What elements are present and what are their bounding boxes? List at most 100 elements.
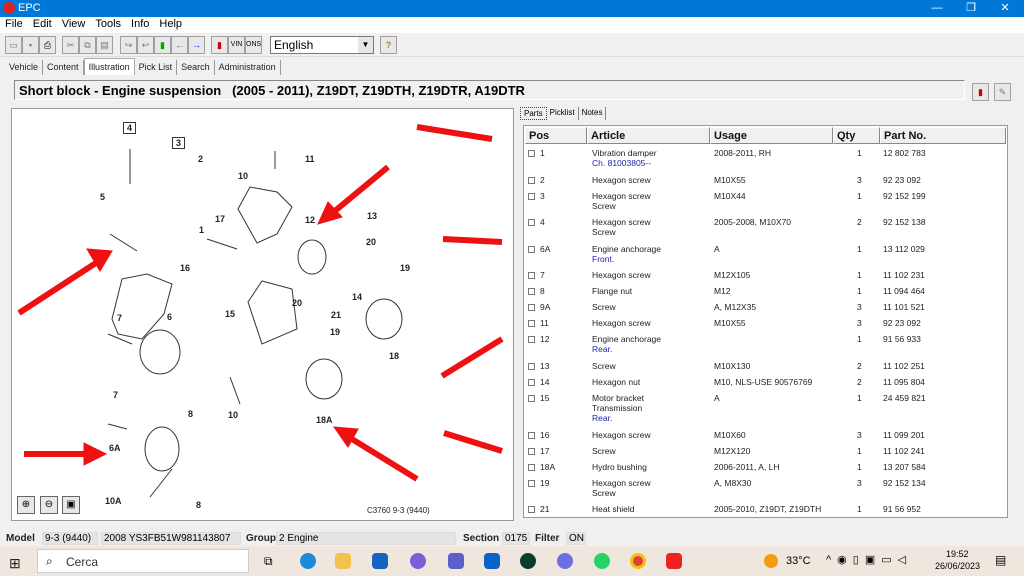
row-checkbox[interactable] [528,431,535,439]
forward-page-icon[interactable]: ↪ [120,36,137,54]
maximize-button[interactable]: ❐ [954,0,988,17]
callout-20[interactable]: 20 [366,237,376,247]
minimize-button[interactable]: — [920,0,954,17]
menu-help[interactable]: Help [154,17,187,30]
task-view-icon[interactable]: ⧉ [264,554,273,569]
callout-18[interactable]: 18 [389,351,399,361]
zoom-out-button[interactable]: ⊖ [40,496,58,514]
tab-administration[interactable]: Administration [215,60,281,75]
callout-7[interactable]: 7 [117,313,122,323]
tab-content[interactable]: Content [43,60,84,75]
store-icon[interactable] [372,553,388,569]
table-row[interactable]: 17 Screw M12X120 1 11 102 241 [524,444,1007,460]
row-checkbox[interactable] [528,336,535,343]
callout-19[interactable]: 19 [400,263,410,273]
tab-illustration[interactable]: Illustration [83,58,135,75]
chrome-icon[interactable] [630,553,646,569]
table-row[interactable]: 6A Engine anchorage Front. A 1 13 112 029 [524,242,1007,269]
print-icon[interactable]: ⎙ [39,36,56,54]
row-checkbox[interactable] [528,479,535,487]
callout-14[interactable]: 14 [352,292,362,302]
table-row[interactable]: 15 Motor bracket Transmission Rear. A 1 24 459… [524,391,1007,428]
table-row[interactable]: 14 Hexagon nut M10, NLS-USE 90576769 2 11 09… [524,375,1007,391]
callout-20b[interactable]: 20 [292,298,302,308]
row-checkbox[interactable] [528,320,535,327]
callout-8b[interactable]: 8 [196,500,201,510]
exit-icon[interactable]: ▮ [972,83,989,101]
temperature[interactable]: 33°C [786,555,811,567]
file-explorer-icon[interactable] [335,553,351,569]
row-checkbox[interactable] [528,150,535,157]
tab-search[interactable]: Search [177,60,215,75]
clock-date[interactable]: 26/06/2023 [935,561,980,571]
menu-view[interactable]: View [57,17,91,30]
system-tray-icons[interactable]: ^◉▯▣▭◁ [826,553,912,566]
callout-3[interactable]: 3 [172,137,186,149]
table-row[interactable]: 7 Hexagon screw M12X105 1 11 102 231 [524,268,1007,284]
teams-icon[interactable] [448,553,464,569]
table-row[interactable]: 19 Hexagon screw Screw A, M8X30 3 92 152 134 [524,476,1007,503]
tab-picklist[interactable]: Picklist [547,107,579,120]
row-checkbox[interactable] [528,506,535,513]
close-button[interactable]: ✕ [988,0,1022,17]
table-row[interactable]: 13 Screw M10X130 2 11 102 251 [524,359,1007,375]
callout-16[interactable]: 16 [180,263,190,273]
table-row[interactable]: 21 Heat shield 2005-2010, Z19DT, Z19DTH 1 91… [524,502,1007,518]
table-row[interactable]: 11 Hexagon screw M10X55 3 92 23 092 [524,316,1007,332]
column-article[interactable]: Article [587,127,710,144]
row-checkbox[interactable] [528,288,535,295]
callout-1[interactable]: 1 [199,225,204,235]
help-icon[interactable]: ? [380,36,397,54]
table-row[interactable]: 8 Flange nut M12 1 11 094 464 [524,284,1007,300]
callout-15[interactable]: 15 [225,309,235,319]
back-page-icon[interactable]: ↩ [137,36,154,54]
column-pos[interactable]: Pos [525,127,587,144]
language-select[interactable]: English ▼ [270,36,374,54]
clock-time[interactable]: 19:52 [946,549,969,559]
callout-6a[interactable]: 6A [109,443,121,453]
table-row[interactable]: 9A Screw A, M12X35 3 11 101 521 [524,300,1007,316]
table-row[interactable]: 1 Vibration damper Ch. 81003805-- 2008-2011… [524,146,1007,173]
search-box[interactable]: ⌕ Cerca [37,549,249,573]
mail-icon[interactable] [484,553,500,569]
tab-vehicle[interactable]: Vehicle [5,60,44,75]
epc-app-icon[interactable] [666,553,682,569]
table-row[interactable]: 18A Hydro bushing 2006-2011, A, LH 1 13 207 … [524,460,1007,476]
menu-edit[interactable]: Edit [28,17,57,30]
open-icon[interactable]: ▭ [5,36,22,54]
exit-icon[interactable]: ▮ [211,36,228,54]
table-row[interactable]: 12 Engine anchorage Rear. 1 91 56 933 [524,332,1007,359]
callout-13[interactable]: 13 [367,211,377,221]
notifications-icon[interactable]: ▤ [995,553,1006,567]
callout-5[interactable]: 5 [100,192,105,202]
table-row[interactable]: 2 Hexagon screw M10X55 3 92 23 092 [524,173,1007,189]
row-checkbox[interactable] [528,304,535,311]
table-row[interactable]: 3 Hexagon screw Screw M10X44 1 92 152 199 [524,189,1007,216]
callout-4[interactable]: 4 [123,122,137,134]
ons-button[interactable]: ONS [245,36,262,54]
bookmark-icon[interactable]: ▮ [154,36,171,54]
whatsapp-icon[interactable] [594,553,610,569]
column-qty[interactable]: Qty [833,127,880,144]
zoom-in-button[interactable]: ⊕ [17,496,35,514]
copilot-icon[interactable] [557,553,573,569]
arrow-right-icon[interactable]: → [188,36,205,54]
row-checkbox[interactable] [528,378,535,386]
callout-10[interactable]: 10 [238,171,248,181]
callout-12[interactable]: 12 [305,215,315,225]
menu-info[interactable]: Info [126,17,154,30]
search-input[interactable]: Cerca [66,555,98,569]
callout-6[interactable]: 6 [167,312,172,322]
copy-icon[interactable]: ⧉ [79,36,96,54]
table-row[interactable]: 4 Hexagon screw Screw 2005-2008, M10X70 2 92 … [524,215,1007,242]
save-icon[interactable]: ▪ [22,36,39,54]
cut-icon[interactable]: ✂ [62,36,79,54]
callout-2[interactable]: 2 [198,154,203,164]
row-checkbox[interactable] [528,394,535,402]
row-checkbox[interactable] [528,192,535,200]
row-checkbox[interactable] [528,447,535,455]
row-checkbox[interactable] [528,272,535,279]
menu-file[interactable]: File [0,17,28,30]
fit-view-button[interactable]: ▣ [62,496,80,514]
row-checkbox[interactable] [528,219,535,226]
